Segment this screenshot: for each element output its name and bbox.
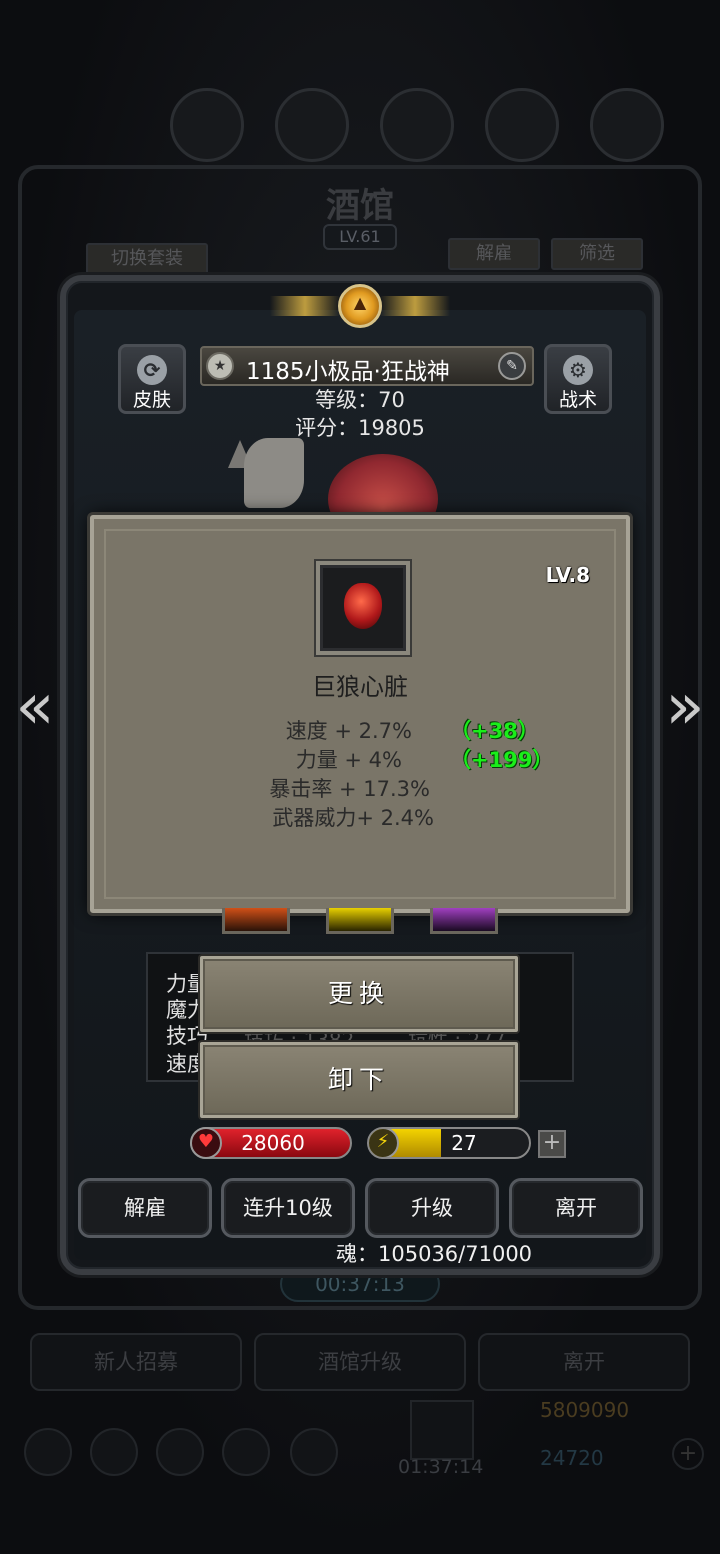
tavern-leave-button: 离开 — [478, 1333, 690, 1391]
lightning-icon: ⚡ — [369, 1129, 399, 1157]
hero-portrait — [210, 430, 510, 544]
item-name: 巨狼心脏 — [312, 673, 408, 701]
add-energy-button[interactable]: + — [538, 1130, 566, 1158]
rank-badge-icon: ★ — [206, 352, 234, 380]
dock-icon — [156, 1428, 204, 1476]
tavern-fire-button: 解雇 — [448, 238, 540, 270]
emblem-glow — [270, 296, 340, 316]
stat-bonus: （+38） — [450, 719, 539, 743]
stat-bonus: （+199） — [450, 748, 554, 772]
stat-text: 暴击率 + 17.3% — [269, 777, 430, 801]
switch-outfit-button: 切换套装 — [86, 243, 208, 275]
stat-text: 速度 + 2.7% — [285, 719, 412, 743]
recruit-button: 新人招募 — [30, 1333, 242, 1391]
dock-icon — [290, 1428, 338, 1476]
sun-emblem-icon — [338, 284, 382, 328]
menu-icon — [275, 88, 349, 162]
dock-icon — [90, 1428, 138, 1476]
add-currency-icon: + — [672, 1438, 704, 1470]
heart-icon — [344, 583, 382, 629]
hp-bar: ♥ 28060 — [190, 1127, 352, 1159]
menu-icon — [380, 88, 454, 162]
hero-name: 1185小极品·狂战神 — [246, 359, 450, 385]
menu-icon — [170, 88, 244, 162]
equipment-slot[interactable] — [430, 908, 498, 934]
item-detail-popup: LV.8 巨狼心脏 速度 + 2.7% （+38） 力量 + 4% （+199）… — [90, 515, 630, 913]
level-up-button[interactable]: 升级 — [365, 1178, 499, 1238]
energy-bar: ⚡ 27 — [367, 1127, 531, 1159]
prev-hero-arrow-icon[interactable]: « — [10, 672, 60, 742]
gear-icon: ⚙ — [563, 355, 593, 385]
stat-row: 武器威力+ 2.4% — [94, 802, 626, 831]
dialog-emblem — [270, 262, 450, 352]
fire-button[interactable]: 解雇 — [78, 1178, 212, 1238]
tavern-filter-button: 筛选 — [551, 238, 643, 270]
gem-amount: 24720 — [540, 1446, 604, 1470]
stat-row: 力量 + 4% （+199） — [94, 744, 626, 773]
menu-icon — [590, 88, 664, 162]
top-menu-icons — [170, 88, 670, 168]
hp-value: 28060 — [241, 1131, 305, 1155]
edit-name-icon[interactable]: ✎ — [498, 352, 526, 380]
chest-timer: 01:37:14 — [398, 1456, 484, 1478]
stat-text: 力量 + 4% — [295, 748, 402, 772]
emblem-glow — [380, 296, 450, 316]
item-level: LV.8 — [545, 563, 590, 587]
unequip-button[interactable]: 卸下 — [200, 1042, 518, 1118]
dock-icon — [24, 1428, 72, 1476]
tavern-level: LV.61 — [323, 224, 397, 250]
item-slot — [316, 561, 410, 655]
axe-image — [244, 438, 304, 508]
energy-value: 27 — [451, 1131, 477, 1155]
equipment-slot[interactable] — [222, 908, 290, 934]
tavern-upgrade-button: 酒馆升级 — [254, 1333, 466, 1391]
gold-amount: 5809090 — [540, 1398, 630, 1422]
soul-counter: 魂：105036/71000 — [336, 1242, 533, 1266]
leave-button[interactable]: 离开 — [509, 1178, 643, 1238]
replace-button[interactable]: 更换 — [200, 956, 518, 1032]
item-stats: 速度 + 2.7% （+38） 力量 + 4% （+199） 暴击率 + 17.… — [94, 715, 626, 831]
tavern-title: 酒馆 — [326, 186, 394, 226]
dock-icon — [222, 1428, 270, 1476]
hero-name-plate: ★ 1185小极品·狂战神 ✎ — [200, 346, 534, 386]
shirt-icon: ⟳ — [137, 355, 167, 385]
hero-level: 等级：70 — [315, 388, 405, 412]
stat-text: 武器威力+ 2.4% — [272, 806, 434, 830]
chest-icon — [410, 1400, 474, 1460]
stat-row: 速度 + 2.7% （+38） — [94, 715, 626, 744]
menu-icon — [485, 88, 559, 162]
level-up-10-button[interactable]: 连升10级 — [221, 1178, 355, 1238]
equipment-slot[interactable] — [326, 908, 394, 934]
next-hero-arrow-icon[interactable]: » — [660, 672, 710, 742]
stat-row: 暴击率 + 17.3% — [94, 773, 626, 802]
